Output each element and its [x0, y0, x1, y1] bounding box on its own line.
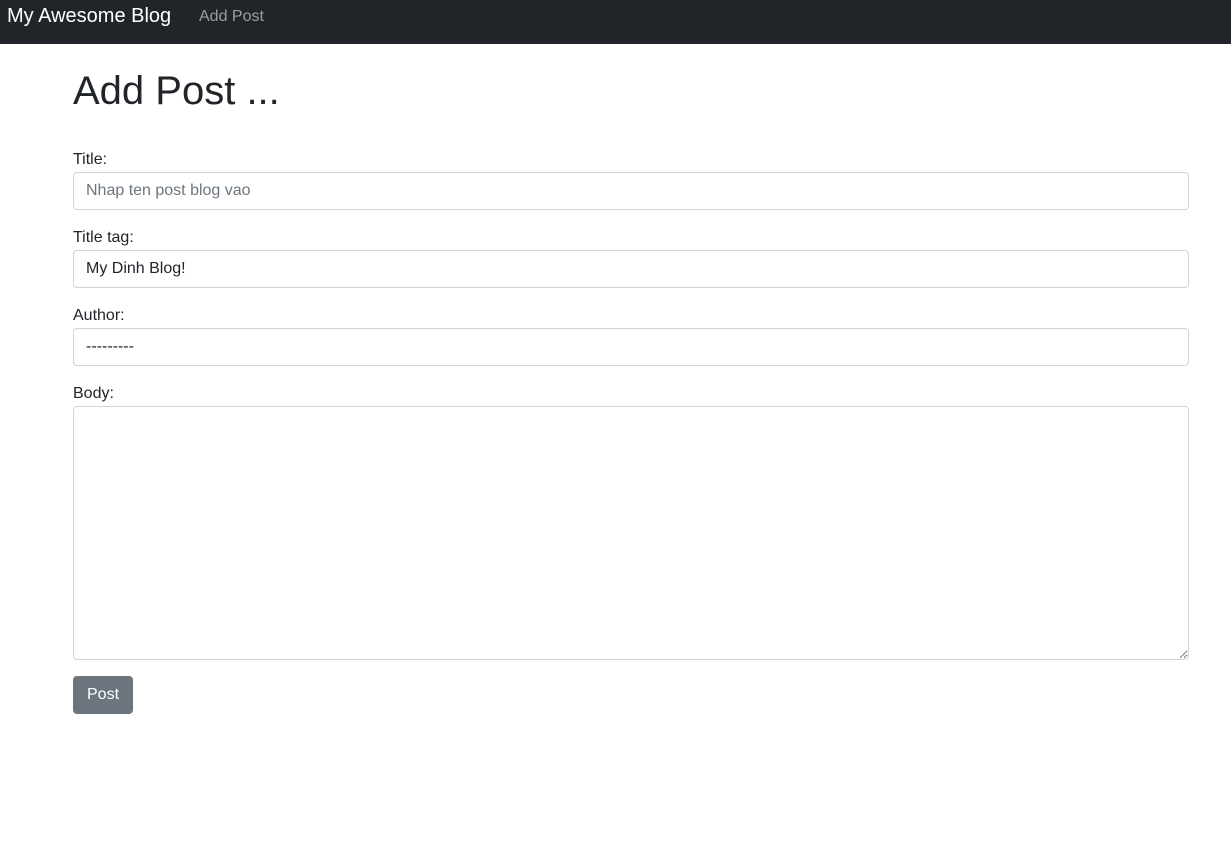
author-select[interactable]: ---------	[73, 328, 1189, 366]
navbar-brand[interactable]: My Awesome Blog	[7, 4, 171, 28]
title-label: Title:	[73, 151, 108, 168]
top-navbar: My Awesome Blog Add Post	[0, 0, 1231, 44]
body-textarea[interactable]	[73, 406, 1189, 660]
title-input[interactable]	[73, 172, 1189, 210]
page-title: Add Post ...	[73, 69, 280, 113]
body-label: Body:	[73, 385, 114, 402]
author-label: Author:	[73, 307, 125, 324]
post-button[interactable]: Post	[73, 676, 134, 714]
nav-link-add-post[interactable]: Add Post	[199, 7, 264, 26]
author-select-value: ---------	[86, 338, 134, 355]
title-tag-label: Title tag:	[73, 229, 134, 246]
title-tag-input[interactable]	[73, 250, 1189, 288]
